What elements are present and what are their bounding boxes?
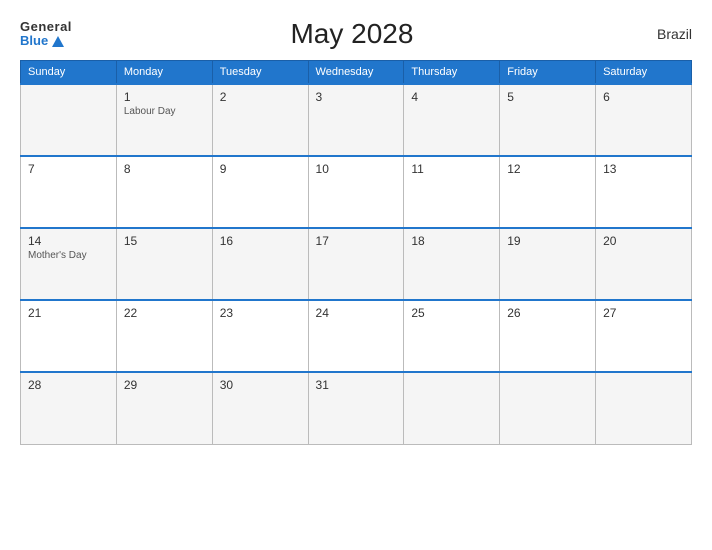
- calendar-cell: 12: [500, 156, 596, 228]
- week-row-2: 7 8 9 10 11 12 13: [21, 156, 692, 228]
- day-number: 7: [28, 162, 109, 176]
- day-number: 19: [507, 234, 588, 248]
- logo: General Blue: [20, 20, 72, 49]
- day-number: 3: [316, 90, 397, 104]
- month-title: May 2028: [72, 18, 632, 50]
- day-number: 20: [603, 234, 684, 248]
- calendar-page: General Blue May 2028 Brazil SundayMonda…: [0, 0, 712, 550]
- day-number: 24: [316, 306, 397, 320]
- day-number: 12: [507, 162, 588, 176]
- logo-blue-text: Blue: [20, 34, 64, 48]
- weekday-header-thursday: Thursday: [404, 61, 500, 85]
- calendar-cell: 16: [212, 228, 308, 300]
- weekday-header-sunday: Sunday: [21, 61, 117, 85]
- day-number: 13: [603, 162, 684, 176]
- calendar-cell: 2: [212, 84, 308, 156]
- day-number: 1: [124, 90, 205, 104]
- calendar-cell: 10: [308, 156, 404, 228]
- day-number: 22: [124, 306, 205, 320]
- calendar-cell: 26: [500, 300, 596, 372]
- day-number: 2: [220, 90, 301, 104]
- calendar-cell: 13: [596, 156, 692, 228]
- day-number: 28: [28, 378, 109, 392]
- calendar-cell: 9: [212, 156, 308, 228]
- weekday-header-monday: Monday: [116, 61, 212, 85]
- calendar-cell: 23: [212, 300, 308, 372]
- calendar-cell: 19: [500, 228, 596, 300]
- day-number: 16: [220, 234, 301, 248]
- day-number: 29: [124, 378, 205, 392]
- day-number: 31: [316, 378, 397, 392]
- calendar-cell: [404, 372, 500, 444]
- calendar-cell: 21: [21, 300, 117, 372]
- calendar-cell: [596, 372, 692, 444]
- day-number: 17: [316, 234, 397, 248]
- day-number: 4: [411, 90, 492, 104]
- logo-triangle-icon: [52, 36, 64, 47]
- day-number: 21: [28, 306, 109, 320]
- weekday-header-saturday: Saturday: [596, 61, 692, 85]
- calendar-cell: 27: [596, 300, 692, 372]
- weekday-header-friday: Friday: [500, 61, 596, 85]
- week-row-5: 28 29 30 31: [21, 372, 692, 444]
- calendar-cell: 18: [404, 228, 500, 300]
- calendar-table: SundayMondayTuesdayWednesdayThursdayFrid…: [20, 60, 692, 445]
- day-number: 15: [124, 234, 205, 248]
- calendar-cell: 17: [308, 228, 404, 300]
- day-number: 30: [220, 378, 301, 392]
- day-event: Mother's Day: [28, 250, 109, 261]
- week-row-4: 21 22 23 24 25 26 27: [21, 300, 692, 372]
- calendar-cell: 28: [21, 372, 117, 444]
- day-number: 5: [507, 90, 588, 104]
- calendar-header: SundayMondayTuesdayWednesdayThursdayFrid…: [21, 61, 692, 85]
- calendar-cell: 29: [116, 372, 212, 444]
- calendar-cell: 14 Mother's Day: [21, 228, 117, 300]
- calendar-cell: 4: [404, 84, 500, 156]
- day-number: 18: [411, 234, 492, 248]
- calendar-cell: 1 Labour Day: [116, 84, 212, 156]
- country-label: Brazil: [632, 26, 692, 42]
- day-number: 26: [507, 306, 588, 320]
- weekday-row: SundayMondayTuesdayWednesdayThursdayFrid…: [21, 61, 692, 85]
- weekday-header-tuesday: Tuesday: [212, 61, 308, 85]
- calendar-cell: 5: [500, 84, 596, 156]
- day-number: 27: [603, 306, 684, 320]
- calendar-cell: 24: [308, 300, 404, 372]
- calendar-cell: 8: [116, 156, 212, 228]
- calendar-cell: 22: [116, 300, 212, 372]
- day-number: 11: [411, 162, 492, 176]
- calendar-cell: 30: [212, 372, 308, 444]
- day-event: Labour Day: [124, 106, 205, 117]
- calendar-cell: 6: [596, 84, 692, 156]
- day-number: 10: [316, 162, 397, 176]
- calendar-body: 1Labour Day234567891011121314Mother's Da…: [21, 84, 692, 444]
- day-number: 6: [603, 90, 684, 104]
- day-number: 9: [220, 162, 301, 176]
- calendar-cell: 20: [596, 228, 692, 300]
- calendar-cell: 11: [404, 156, 500, 228]
- weekday-header-wednesday: Wednesday: [308, 61, 404, 85]
- calendar-cell: [500, 372, 596, 444]
- header: General Blue May 2028 Brazil: [20, 18, 692, 50]
- calendar-cell: [21, 84, 117, 156]
- logo-general-text: General: [20, 20, 72, 34]
- calendar-cell: 15: [116, 228, 212, 300]
- week-row-1: 1 Labour Day 2 34 5 6: [21, 84, 692, 156]
- calendar-cell: 25: [404, 300, 500, 372]
- calendar-cell: 3: [308, 84, 404, 156]
- day-number: 14: [28, 234, 109, 248]
- day-number: 23: [220, 306, 301, 320]
- calendar-cell: 7: [21, 156, 117, 228]
- day-number: 25: [411, 306, 492, 320]
- day-number: 8: [124, 162, 205, 176]
- week-row-3: 14 Mother's Day 15 16 17 18 19 20: [21, 228, 692, 300]
- calendar-cell: 31: [308, 372, 404, 444]
